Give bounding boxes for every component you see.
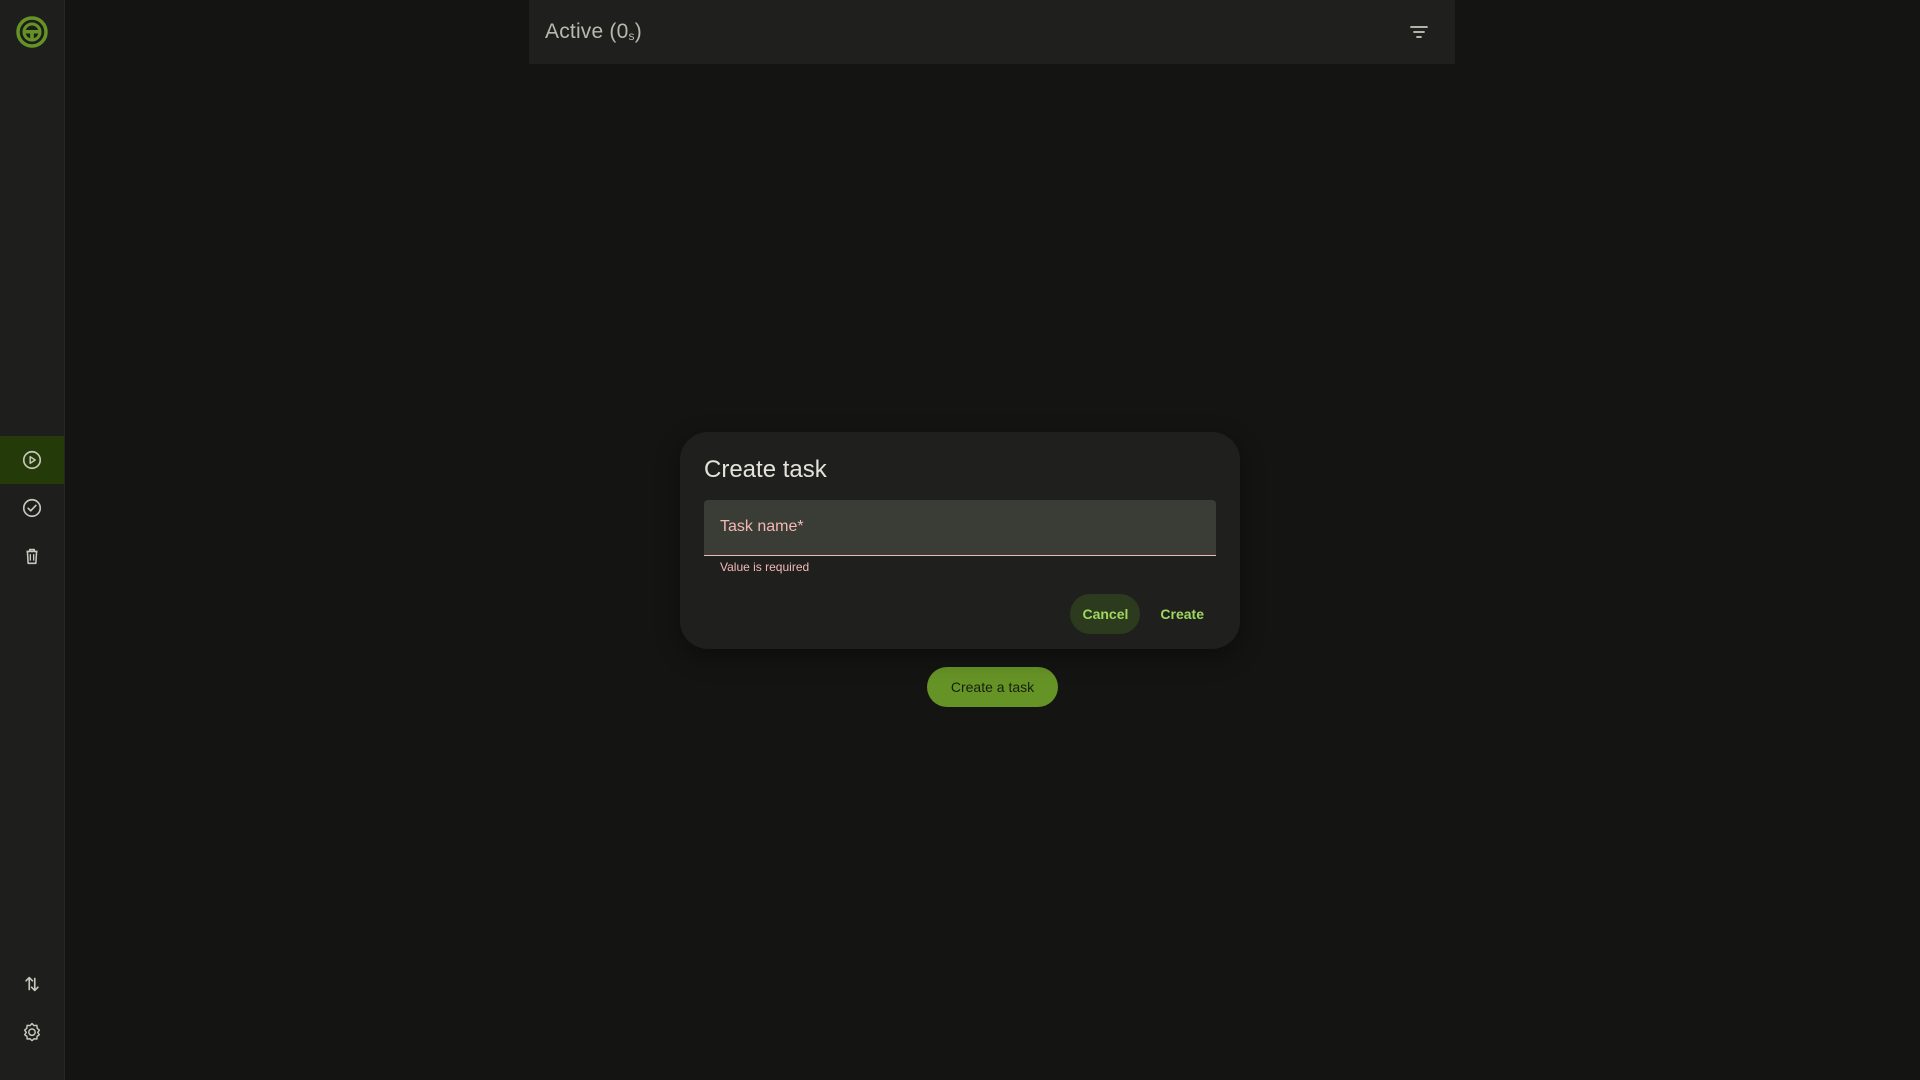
create-a-task-button[interactable]: Create a task: [927, 667, 1058, 707]
filter-icon: [1410, 26, 1428, 38]
task-name-input[interactable]: [704, 500, 1216, 555]
sidebar-item-completed-tasks[interactable]: [0, 484, 64, 532]
page-title: Active (0s): [545, 20, 642, 43]
app-logo[interactable]: [14, 14, 50, 50]
trash-icon: [26, 548, 38, 565]
sidebar: [0, 0, 65, 1080]
page-header: Active (0s): [529, 0, 1455, 64]
check-circle-icon: [22, 498, 42, 518]
play-circle-icon: [22, 450, 42, 470]
create-task-dialog: Create task Task name* Value is required…: [680, 432, 1240, 649]
cancel-button[interactable]: Cancel: [1070, 594, 1141, 634]
task-name-error: Value is required: [720, 560, 810, 574]
sort-arrows-icon: [25, 976, 39, 992]
sidebar-item-settings[interactable]: [0, 1008, 64, 1056]
gear-icon: [23, 1022, 41, 1042]
sidebar-item-active-tasks[interactable]: [0, 436, 64, 484]
dialog-title: Create task: [704, 456, 827, 483]
create-button[interactable]: Create: [1148, 594, 1216, 634]
steering-wheel-icon: [16, 16, 48, 48]
dialog-actions: Cancel Create: [1070, 594, 1216, 634]
sidebar-item-deleted-tasks[interactable]: [0, 532, 64, 580]
sidebar-item-sync[interactable]: [0, 960, 64, 1008]
task-name-field[interactable]: Task name*: [704, 500, 1216, 556]
filter-button[interactable]: [1407, 20, 1431, 44]
